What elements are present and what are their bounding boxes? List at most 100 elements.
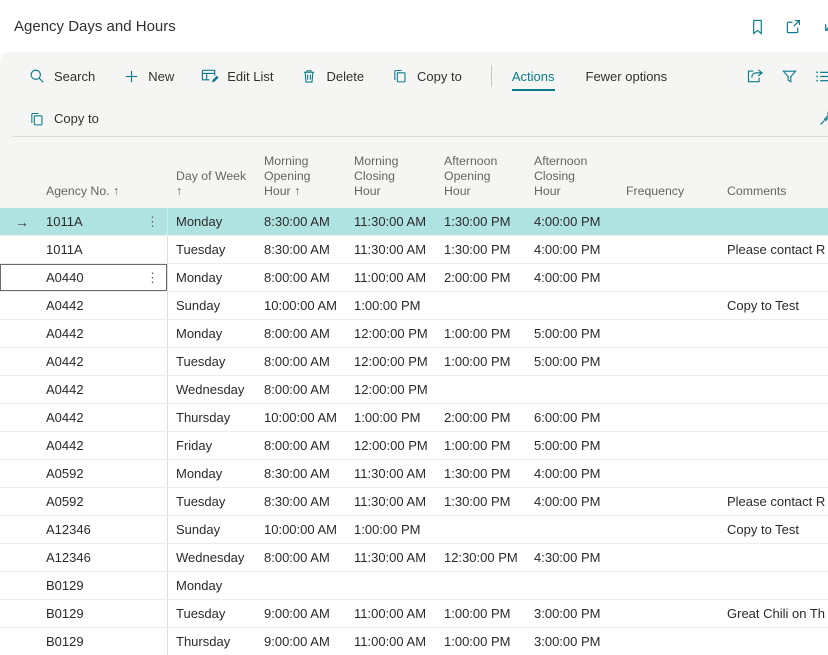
table-row[interactable]: B0129Tuesday9:00:00 AM11:00:00 AM1:00:00… [0, 600, 828, 628]
cell-comments[interactable]: Great Chili on Th [718, 600, 828, 627]
cell-afternoon_close[interactable]: 3:00:00 PM [532, 600, 622, 627]
cell-morning_close[interactable]: 11:30:00 AM [352, 208, 442, 235]
cell-morning_close[interactable]: 11:00:00 AM [352, 600, 442, 627]
cell-day[interactable]: Thursday [168, 404, 262, 431]
table-row[interactable]: A0440⋮Monday8:00:00 AM11:00:00 AM2:00:00… [0, 264, 828, 292]
pin-icon[interactable] [818, 109, 828, 127]
copy-to-action[interactable]: Copy to [28, 110, 99, 128]
cell-frequency[interactable] [622, 292, 718, 319]
delete-button[interactable]: Delete [300, 67, 364, 85]
table-row[interactable]: 1011ATuesday8:30:00 AM11:30:00 AM1:30:00… [0, 236, 828, 264]
cell-morning_close[interactable]: 12:00:00 PM [352, 432, 442, 459]
cell-agency[interactable]: A0592 [44, 494, 168, 509]
cell-afternoon_open[interactable]: 1:30:00 PM [442, 208, 532, 235]
cell-day[interactable]: Tuesday [168, 348, 262, 375]
cell-morning_open[interactable]: 8:00:00 AM [262, 264, 352, 291]
cell-day[interactable]: Monday [168, 264, 262, 291]
cell-frequency[interactable] [622, 628, 718, 655]
cell-frequency[interactable] [622, 572, 718, 599]
column-header-afternoon_open[interactable]: Afternoon Opening Hour [442, 154, 532, 199]
column-header-agency[interactable]: Agency No. ↑ [44, 184, 168, 199]
cell-agency[interactable]: A0440⋮ [44, 270, 168, 285]
cell-afternoon_close[interactable]: 3:00:00 PM [532, 628, 622, 655]
cell-frequency[interactable] [622, 432, 718, 459]
cell-morning_close[interactable]: 11:30:00 AM [352, 236, 442, 263]
table-row[interactable]: A0592Monday8:30:00 AM11:30:00 AM1:30:00 … [0, 460, 828, 488]
cell-comments[interactable] [718, 264, 828, 291]
search-button[interactable]: Search [28, 67, 95, 85]
cell-afternoon_close[interactable]: 5:00:00 PM [532, 432, 622, 459]
cell-comments[interactable] [718, 544, 828, 571]
cell-morning_close[interactable]: 1:00:00 PM [352, 404, 442, 431]
cell-afternoon_open[interactable]: 1:30:00 PM [442, 488, 532, 515]
cell-afternoon_open[interactable] [442, 516, 532, 543]
cell-morning_open[interactable]: 10:00:00 AM [262, 516, 352, 543]
cell-morning_open[interactable]: 8:30:00 AM [262, 488, 352, 515]
cell-morning_open[interactable]: 9:00:00 AM [262, 628, 352, 655]
cell-morning_open[interactable]: 8:30:00 AM [262, 208, 352, 235]
cell-morning_open[interactable]: 8:00:00 AM [262, 320, 352, 347]
cell-afternoon_open[interactable]: 1:00:00 PM [442, 320, 532, 347]
cell-morning_close[interactable]: 12:00:00 PM [352, 320, 442, 347]
cell-morning_close[interactable]: 1:00:00 PM [352, 516, 442, 543]
cell-afternoon_close[interactable]: 4:00:00 PM [532, 236, 622, 263]
cell-morning_close[interactable]: 12:00:00 PM [352, 376, 442, 403]
cell-afternoon_close[interactable]: 5:00:00 PM [532, 320, 622, 347]
cell-comments[interactable] [718, 628, 828, 655]
cell-comments[interactable] [718, 432, 828, 459]
cell-afternoon_open[interactable]: 1:00:00 PM [442, 600, 532, 627]
cell-afternoon_open[interactable] [442, 292, 532, 319]
cell-day[interactable]: Tuesday [168, 488, 262, 515]
cell-afternoon_close[interactable] [532, 572, 622, 599]
cell-afternoon_close[interactable]: 4:00:00 PM [532, 488, 622, 515]
cell-comments[interactable]: Please contact R [718, 236, 828, 263]
cell-frequency[interactable] [622, 404, 718, 431]
cell-comments[interactable] [718, 208, 828, 235]
cell-agency[interactable]: B0129 [44, 578, 168, 593]
cell-afternoon_open[interactable]: 12:30:00 PM [442, 544, 532, 571]
cell-morning_open[interactable]: 8:30:00 AM [262, 460, 352, 487]
cell-comments[interactable]: Copy to Test [718, 516, 828, 543]
cell-frequency[interactable] [622, 488, 718, 515]
collapse-icon[interactable] [820, 17, 828, 35]
cell-comments[interactable] [718, 348, 828, 375]
table-row[interactable]: A0442Monday8:00:00 AM12:00:00 PM1:00:00 … [0, 320, 828, 348]
cell-afternoon_close[interactable] [532, 516, 622, 543]
cell-afternoon_open[interactable]: 1:30:00 PM [442, 460, 532, 487]
cell-afternoon_close[interactable]: 4:00:00 PM [532, 460, 622, 487]
cell-day[interactable]: Friday [168, 432, 262, 459]
cell-afternoon_open[interactable]: 1:00:00 PM [442, 432, 532, 459]
cell-comments[interactable]: Please contact R [718, 488, 828, 515]
cell-agency[interactable]: B0129 [44, 606, 168, 621]
cell-comments[interactable] [718, 404, 828, 431]
cell-day[interactable]: Wednesday [168, 544, 262, 571]
copy-to-button[interactable]: Copy to [391, 67, 462, 85]
cell-frequency[interactable] [622, 320, 718, 347]
cell-agency[interactable]: A0442 [44, 382, 168, 397]
cell-agency[interactable]: B0129 [44, 634, 168, 649]
cell-comments[interactable]: Copy to Test [718, 292, 828, 319]
cell-frequency[interactable] [622, 376, 718, 403]
cell-morning_open[interactable]: 9:00:00 AM [262, 600, 352, 627]
cell-day[interactable]: Monday [168, 460, 262, 487]
cell-morning_close[interactable]: 11:30:00 AM [352, 460, 442, 487]
new-button[interactable]: New [122, 67, 174, 85]
cell-frequency[interactable] [622, 544, 718, 571]
cell-morning_open[interactable]: 8:00:00 AM [262, 432, 352, 459]
cell-frequency[interactable] [622, 516, 718, 543]
bookmark-icon[interactable] [748, 17, 766, 35]
cell-afternoon_close[interactable]: 5:00:00 PM [532, 348, 622, 375]
open-new-window-icon[interactable] [784, 17, 802, 35]
share-icon[interactable] [746, 67, 764, 85]
table-row[interactable]: A0442Tuesday8:00:00 AM12:00:00 PM1:00:00… [0, 348, 828, 376]
cell-day[interactable]: Wednesday [168, 376, 262, 403]
cell-morning_close[interactable]: 12:00:00 PM [352, 348, 442, 375]
cell-afternoon_open[interactable]: 1:30:00 PM [442, 236, 532, 263]
table-row[interactable]: →1011A⋮Monday8:30:00 AM11:30:00 AM1:30:0… [0, 208, 828, 236]
cell-morning_close[interactable]: 11:30:00 AM [352, 544, 442, 571]
cell-afternoon_close[interactable]: 4:30:00 PM [532, 544, 622, 571]
cell-agency[interactable]: 1011A⋮ [44, 214, 168, 229]
cell-afternoon_close[interactable] [532, 292, 622, 319]
cell-comments[interactable] [718, 376, 828, 403]
cell-morning_open[interactable]: 8:30:00 AM [262, 236, 352, 263]
